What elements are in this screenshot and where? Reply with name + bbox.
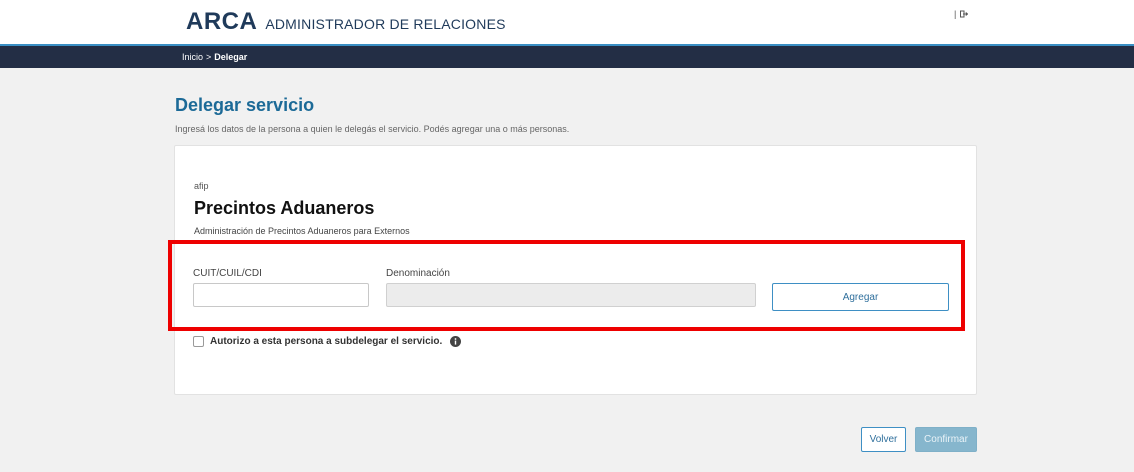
breadcrumb-home[interactable]: Inicio [182, 52, 203, 62]
denominacion-label: Denominación [386, 268, 450, 279]
arca-logo: ARCA [186, 8, 258, 35]
breadcrumb-current: Delegar [214, 52, 248, 62]
app-name: ADMINISTRADOR DE RELACIONES [265, 16, 506, 32]
info-icon[interactable] [450, 336, 462, 347]
breadcrumb-separator: > [206, 52, 212, 62]
logout-icon[interactable] [960, 10, 969, 18]
cuit-input[interactable] [193, 283, 369, 307]
page-title: Delegar servicio [175, 95, 315, 115]
service-title: Precintos Aduaneros [194, 198, 375, 218]
service-org: afip [194, 181, 209, 191]
breadcrumb: Inicio > Delegar [182, 52, 247, 62]
back-button[interactable]: Volver [861, 427, 906, 452]
subdelegate-row: Autorizo a esta persona a subdelegar el … [193, 336, 462, 347]
add-button[interactable]: Agregar [772, 283, 949, 311]
subdelegate-label[interactable]: Autorizo a esta persona a subdelegar el … [210, 336, 442, 347]
nav-bar: Inicio > Delegar [0, 44, 1134, 68]
header-separator: | [954, 9, 957, 19]
top-header: ARCA ADMINISTRADOR DE RELACIONES | [0, 0, 1134, 44]
brand: ARCA ADMINISTRADOR DE RELACIONES [186, 8, 506, 36]
subdelegate-checkbox[interactable] [193, 336, 204, 347]
service-description: Administración de Precintos Aduaneros pa… [194, 226, 410, 236]
confirm-button[interactable]: Confirmar [915, 427, 977, 452]
page-description: Ingresá los datos de la persona a quien … [175, 124, 570, 134]
denominacion-input [386, 283, 756, 307]
user-area: | [954, 9, 969, 19]
cuit-label: CUIT/CUIL/CDI [193, 268, 262, 279]
